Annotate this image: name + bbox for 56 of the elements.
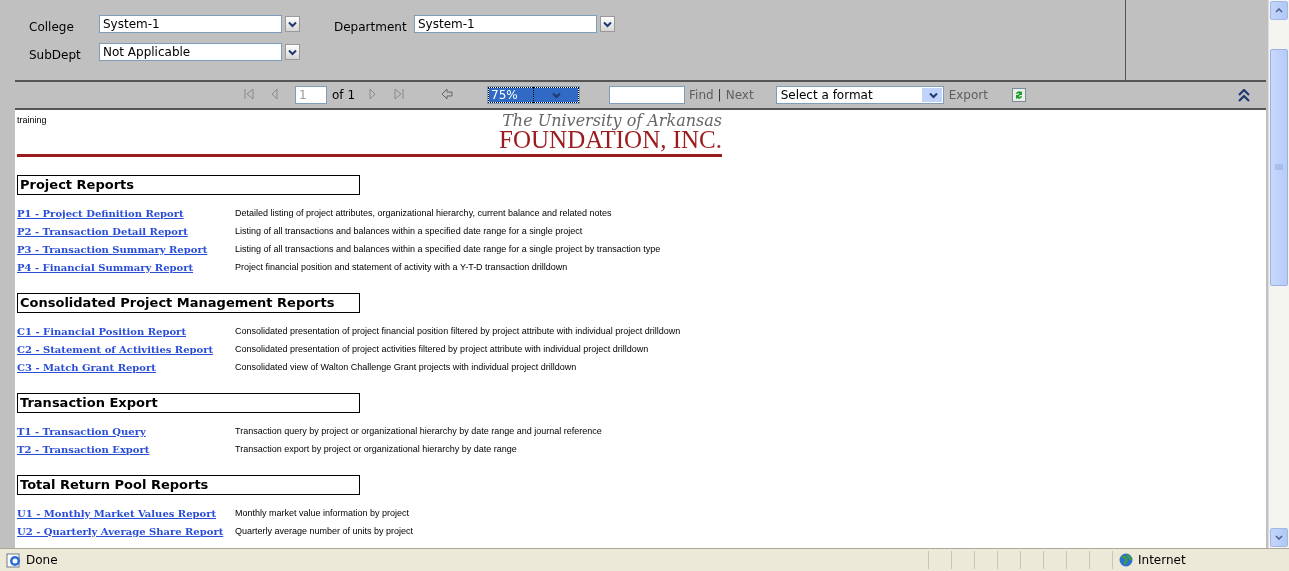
report-link[interactable]: C3 - Match Grant Report [17,361,235,373]
security-zone: Internet [1138,553,1186,567]
report-description: Listing of all transactions and balances within a specified date range for a single project by transaction type [235,244,661,254]
find-field[interactable] [609,86,685,104]
browser-icon [6,552,22,568]
parameter-label: College [29,19,75,34]
report-description: Quarterly average number of units by project [235,526,414,536]
parameter-label: Department [334,19,408,34]
report-description: Consolidated presentation of project activities filtered by project attribute with individual project drilldown [235,344,649,354]
caret-icon[interactable] [288,48,297,56]
report-description: Monthly market value information by project [235,508,410,518]
report-description: Consolidated presentation of project financial position filtered by project attribute with individual project drilldown [235,326,681,336]
scroll-up-button[interactable] [1270,1,1288,20]
scrollbar-thumb[interactable] [1270,49,1288,286]
dropdown-button[interactable] [285,44,300,60]
report-link[interactable]: P3 - Transaction Summary Report [17,243,235,255]
report-link[interactable]: P1 - Project Definition Report [17,207,235,219]
report-description: Listing of all transactions and balances within a specified date range for a single project [235,226,583,236]
parameter-dropdown[interactable]: Not Applicable [99,43,282,61]
globe-icon [1119,553,1133,567]
report-description: Detailed listing of project attributes, organizational hierarchy, current balance and related notes [235,208,612,218]
section-heading: Total Return Pool Reports [17,475,360,495]
collapse-icon[interactable] [1238,88,1250,102]
back-arrow-icon[interactable] [441,88,455,102]
report-link[interactable]: P2 - Transaction Detail Report [17,225,235,237]
report-link[interactable]: C1 - Financial Position Report [17,325,235,337]
parameter-dropdown[interactable]: System-1 [99,15,282,33]
report-link[interactable]: U2 - Quarterly Average Share Report [17,525,235,537]
page-count: of 1 [332,88,355,102]
report-description: Project financial position and statement of activity with a Y-T-D transaction drilldown [235,262,568,272]
caret-icon[interactable] [288,20,297,28]
report-description: Consolidated view of Walton Challenge Grant projects with individual project drilldown [235,362,577,372]
zoom-dropdown[interactable]: 75% [487,86,580,104]
user-name: training [17,114,47,127]
report-link[interactable]: P4 - Financial Summary Report [17,261,235,273]
parameter-dropdown[interactable]: System-1 [414,15,597,33]
section-heading: Transaction Export [17,393,360,413]
report-description: Transaction export by project or organizational hierarchy by date range [235,444,517,454]
caret-icon[interactable] [603,20,612,28]
refresh-icon[interactable] [1011,88,1026,102]
report-link[interactable]: C2 - Statement of Activities Report [17,343,235,355]
report-description: Transaction query by project or organizational hierarchy by date range and journal reference [235,426,602,436]
logo: The University of Arkansas FOUNDATION, INC. [499,110,722,154]
parameter-label: SubDept [29,47,82,62]
caret-icon[interactable] [928,91,938,99]
format-dropdown[interactable]: Select a format [775,86,944,104]
scroll-down-button[interactable] [1270,528,1288,548]
report-link[interactable]: T1 - Transaction Query [17,425,235,437]
dropdown-button[interactable] [600,16,615,32]
dropdown-button[interactable] [285,16,300,32]
section-heading: Project Reports [17,175,360,195]
section-heading: Consolidated Project Management Reports [17,293,360,313]
report-link[interactable]: T2 - Transaction Export [17,443,235,455]
report-link[interactable]: U1 - Monthly Market Values Report [17,507,235,519]
status-text: Done [26,553,59,567]
separator: | [717,88,722,102]
